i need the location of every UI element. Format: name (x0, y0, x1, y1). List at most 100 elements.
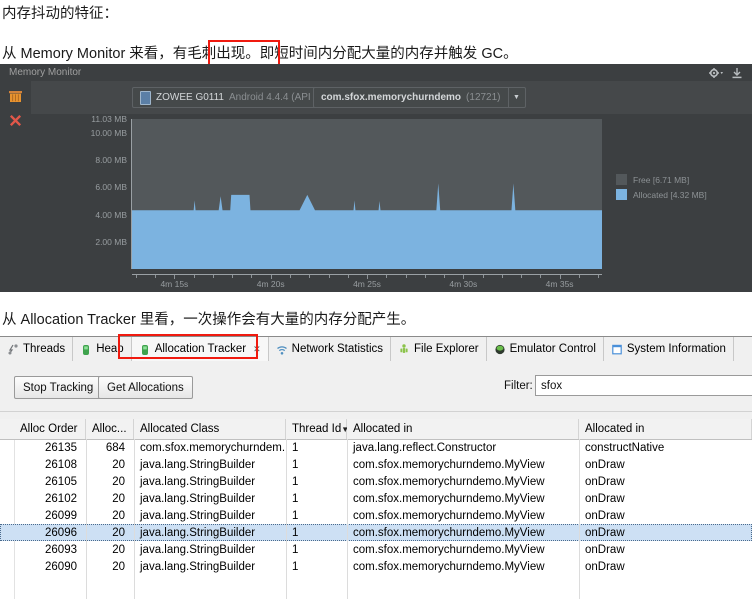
table-column-separator (86, 439, 87, 599)
memory-chart-plot[interactable] (132, 119, 602, 269)
chart-x-tick-mark (425, 275, 426, 278)
table-cell-allocated-in-class: java.lang.reflect.Constructor (347, 439, 579, 456)
article-line-allocation-tracker: 从 Allocation Tracker 里看，一次操作会有大量的内存分配产生。 (2, 308, 415, 329)
tab-label: Threads (23, 343, 65, 355)
table-cell-allocated-class: java.lang.StringBuilder (134, 456, 286, 473)
table-cell-size: 20 (86, 490, 134, 507)
allocation-table: Alloc OrderAlloc...Allocated ClassThread… (0, 419, 752, 599)
table-header-cell[interactable]: Allocated Class (134, 419, 286, 439)
chart-x-tick-mark (502, 275, 503, 278)
stop-tracking-button[interactable]: Stop Tracking (14, 376, 102, 399)
legend-item: Free [6.71 MB] (616, 174, 707, 185)
chart-x-tick-mark (444, 275, 445, 278)
gear-icon[interactable] (708, 67, 724, 79)
tab-label: File Explorer (414, 343, 479, 355)
filter-input[interactable]: sfox (535, 375, 752, 396)
table-cell-alloc-order: 26102 (14, 490, 86, 507)
table-cell-allocated-in-class: com.sfox.memorychurndemo.MyView (347, 473, 579, 490)
tab-label: Network Statistics (292, 343, 383, 355)
memory-monitor-title: Memory Monitor (9, 67, 81, 78)
table-cell-size: 20 (86, 456, 134, 473)
chart-axis-line (131, 119, 132, 269)
chart-x-tick-mark (136, 275, 137, 278)
table-cell-thread-id: 1 (286, 473, 347, 490)
initiate-gc-icon[interactable] (8, 90, 23, 103)
get-allocations-button[interactable]: Get Allocations (98, 376, 193, 399)
network-statistics-icon (276, 343, 288, 356)
table-cell-alloc-order: 26090 (14, 558, 86, 575)
chart-x-tick-mark (329, 275, 330, 278)
device-icon (140, 91, 151, 105)
table-cell-thread-id: 1 (286, 439, 347, 456)
close-icon[interactable]: ✕ (253, 344, 261, 355)
table-header-cell[interactable]: Thread Id▼ (286, 419, 347, 439)
table-cell-size: 20 (86, 524, 134, 541)
table-cell-allocated-class: java.lang.StringBuilder (134, 490, 286, 507)
table-cell-thread-id: 1 (286, 456, 347, 473)
tab-system-information[interactable]: System Information (604, 337, 734, 361)
system-information-icon (611, 343, 623, 356)
tab-emulator-control[interactable]: Emulator Control (487, 337, 604, 361)
table-row[interactable]: 2609020java.lang.StringBuilder1com.sfox.… (0, 558, 752, 575)
table-cell-size: 20 (86, 558, 134, 575)
collapse-icon[interactable] (730, 67, 744, 79)
table-row[interactable]: 2609920java.lang.StringBuilder1com.sfox.… (0, 507, 752, 524)
chart-x-tick-mark (348, 275, 349, 278)
table-row[interactable]: 2610820java.lang.StringBuilder1com.sfox.… (0, 456, 752, 473)
chart-x-tick-mark (232, 275, 233, 278)
table-row[interactable]: 2609320java.lang.StringBuilder1com.sfox.… (0, 541, 752, 558)
table-header-cell[interactable]: Alloc... (86, 419, 134, 439)
chart-x-tick-mark (213, 275, 214, 278)
process-name: com.sfox.memorychurndemo (321, 92, 461, 103)
memory-chart-area: 11.03 MB10.00 MB8.00 MB6.00 MB4.00 MB2.0… (31, 114, 752, 292)
table-cell-alloc-order: 26135 (14, 439, 86, 456)
memory-monitor-titlebar: Memory Monitor (0, 64, 752, 82)
table-header-cell[interactable]: Alloc Order (14, 419, 86, 439)
chart-x-tick-mark (579, 275, 580, 278)
tab-label: Emulator Control (510, 343, 596, 355)
table-cell-alloc-order: 26108 (14, 456, 86, 473)
table-cell-allocated-class: com.sfox.memorychurndem... (134, 439, 286, 456)
tab-allocation-tracker[interactable]: Allocation Tracker✕ (132, 337, 269, 361)
chart-x-tick: 4m 35s (546, 279, 574, 289)
table-column-separator (579, 439, 580, 599)
table-header-cell[interactable]: Allocated in (347, 419, 579, 439)
chart-y-tick: 11.03 MB (91, 114, 127, 124)
chevron-down-icon[interactable]: ▼ (508, 88, 525, 107)
device-selector-body: ZOWEE G0111 Android 4.4.4 (API 19) (133, 88, 335, 107)
table-header-label: Allocated in (585, 423, 644, 435)
stop-icon[interactable] (9, 114, 22, 127)
process-pid: (12721) (466, 92, 500, 103)
tab-threads[interactable]: Threads (0, 337, 73, 361)
tab-network-statistics[interactable]: Network Statistics (269, 337, 391, 361)
table-header-cell[interactable]: Allocated in (579, 419, 752, 439)
table-row[interactable]: 2610220java.lang.StringBuilder1com.sfox.… (0, 490, 752, 507)
table-cell-alloc-order: 26099 (14, 507, 86, 524)
table-cell-allocated-class: java.lang.StringBuilder (134, 558, 286, 575)
table-cell-allocated-class: java.lang.StringBuilder (134, 507, 286, 524)
chart-x-tick-mark (194, 275, 195, 278)
table-row[interactable]: 26135684com.sfox.memorychurndem...1java.… (0, 439, 752, 456)
table-cell-allocated-in-method: onDraw (579, 507, 752, 524)
tab-heap[interactable]: Heap (73, 337, 132, 361)
chart-y-axis: 11.03 MB10.00 MB8.00 MB6.00 MB4.00 MB2.0… (31, 119, 127, 269)
chart-x-tick: 4m 30s (449, 279, 477, 289)
chart-x-tick-mark (521, 275, 522, 278)
chart-x-axis: 4m 15s4m 20s4m 25s4m 30s4m 35s (132, 274, 602, 288)
table-cell-allocated-in-method: onDraw (579, 524, 752, 541)
table-cell-allocated-in-class: com.sfox.memorychurndemo.MyView (347, 541, 579, 558)
table-column-separator (347, 439, 348, 599)
table-row[interactable]: 2609620java.lang.StringBuilder1com.sfox.… (0, 524, 752, 541)
process-selector[interactable]: com.sfox.memorychurndemo (12721) ▼ (313, 87, 526, 108)
legend-item: Allocated [4.32 MB] (616, 189, 707, 200)
legend-label: Allocated [4.32 MB] (633, 190, 707, 200)
table-cell-allocated-in-class: com.sfox.memorychurndemo.MyView (347, 507, 579, 524)
chart-x-tick-mark (406, 275, 407, 278)
chart-x-tick-mark (290, 275, 291, 278)
tab-file-explorer[interactable]: File Explorer (391, 337, 487, 361)
ddms-panel: Threads HeapAllocation Tracker✕ Network St… (0, 336, 752, 599)
table-cell-thread-id: 1 (286, 490, 347, 507)
table-cell-allocated-in-class: com.sfox.memorychurndemo.MyView (347, 558, 579, 575)
table-row[interactable]: 2610520java.lang.StringBuilder1com.sfox.… (0, 473, 752, 490)
file-explorer-icon (398, 343, 410, 356)
